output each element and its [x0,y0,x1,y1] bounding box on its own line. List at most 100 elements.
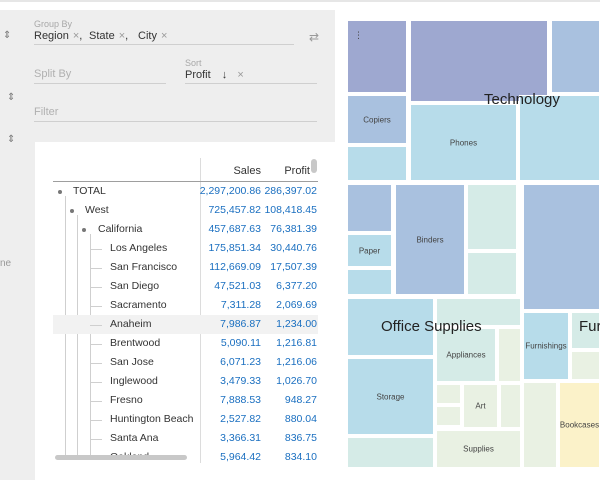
vertical-scrollbar[interactable] [311,159,317,173]
sales-cell: 3,479.33 [220,375,261,387]
treemap-group-label: Technology [484,91,560,108]
profit-cell: 286,397.02 [264,185,317,197]
sales-cell: 7,888.53 [220,394,261,406]
profit-cell: 836.75 [284,432,317,444]
treemap-tile[interactable] [551,20,600,93]
profit-cell: 1,234.00 [276,318,317,330]
chevron-updown-icon[interactable]: ⇕ [7,92,15,103]
group-by-pill-region[interactable]: Region ×, [34,30,82,42]
filter-input[interactable]: Filter [34,106,58,118]
row-label: Inglewood [110,375,158,387]
tree-connector [90,306,102,307]
chevron-updown-icon[interactable]: ⇕ [3,30,11,41]
more-icon[interactable]: ⋮ [354,30,363,41]
treemap-tile[interactable] [436,406,461,426]
treemap-tile[interactable] [523,382,557,468]
treemap-tile[interactable] [467,252,517,295]
row-label: San Diego [110,280,160,292]
group-by-pill-state[interactable]: State ×, [89,30,128,42]
truncated-label: ne [0,258,12,269]
tree-connector [90,287,102,288]
sales-cell: 3,366.31 [220,432,261,444]
profit-cell: 6,377.20 [276,280,317,292]
row-label: San Francisco [110,261,178,273]
profit-cell: 76,381.39 [270,223,317,235]
group-by-label: Group By [34,19,73,29]
split-by-input[interactable]: Split By [34,68,71,80]
tree-connector [90,363,102,364]
sales-cell: 175,851.34 [208,242,261,254]
tile-label: Art [475,401,486,411]
pill-text: State [89,30,115,42]
horizontal-scrollbar[interactable] [55,455,187,460]
treemap-tile[interactable]: Binders [395,184,465,295]
remove-icon[interactable]: × [161,30,167,42]
table-row[interactable]: California 457,687.63 76,381.39 [53,220,318,239]
row-label: TOTAL [73,185,106,197]
tree-connector [90,344,102,345]
row-label: Brentwood [110,337,161,349]
treemap-tile[interactable]: Furnishings [523,312,569,380]
remove-icon[interactable]: × [237,69,243,81]
sort-pill-profit[interactable]: Profit ↓ × [185,69,244,81]
filter-underline [34,121,317,122]
pill-separator: , [79,30,83,42]
tile-label: Storage [376,392,405,401]
collapse-toggle-icon[interactable] [70,209,74,213]
treemap-tile[interactable]: Supplies [436,430,521,468]
sales-cell: 5,090.11 [220,337,261,349]
treemap-tile[interactable] [347,437,434,468]
column-header-profit[interactable]: Profit [270,165,310,177]
sort-direction-icon[interactable]: ↓ [222,69,228,81]
sales-cell: 7,311.28 [220,299,261,311]
tile-label: Copiers [363,115,391,124]
column-header-sales[interactable]: Sales [220,165,261,177]
treemap-tile[interactable] [467,184,517,250]
tile-label: Binders [416,235,444,244]
treemap-tile[interactable]: Phones [410,104,517,181]
sort-underline [185,83,317,84]
treemap-tile[interactable] [498,328,521,382]
treemap-tile[interactable] [347,146,407,181]
group-by-pill-city[interactable]: City × [138,30,167,42]
treemap-tile[interactable] [500,384,521,428]
sales-cell: 6,071.23 [220,356,261,368]
tree-connector [90,268,102,269]
profit-cell: 2,069.69 [276,299,317,311]
top-divider [0,0,600,2]
treemap-tile[interactable]: Bookcases [559,382,600,468]
treemap-group-label: Fur [579,318,600,335]
profit-cell: 1,216.06 [276,356,317,368]
treemap-tile[interactable] [410,20,548,102]
tile-label: Supplies [463,444,494,454]
row-label: Santa Ana [110,432,159,444]
tree-connector [90,249,102,250]
treemap-tile[interactable] [523,184,600,310]
treemap-tile[interactable]: Copiers [347,95,407,144]
collapse-toggle-icon[interactable] [82,228,86,232]
treemap-tile[interactable] [571,351,600,380]
treemap-tile[interactable] [347,184,392,232]
tile-label: Bookcases [559,420,600,430]
group-by-underline [34,44,294,45]
pill-text: Region [34,30,69,42]
treemap-tile[interactable]: Storage [347,358,434,435]
row-label: Los Angeles [110,242,168,254]
table-row[interactable]: West 725,457.82 108,418.45 [53,201,318,220]
treemap-tile[interactable]: Appliances [436,328,496,382]
row-label: California [98,223,143,235]
table-row[interactable]: TOTAL 2,297,200.86 286,397.02 [53,182,318,201]
row-label: Anaheim [110,318,152,330]
swap-icon[interactable]: ⇄ [309,30,319,44]
treemap-tile[interactable] [436,384,461,404]
profit-cell: 948.27 [284,394,317,406]
treemap-tile[interactable]: Art [463,384,498,428]
split-by-underline [34,83,166,84]
collapse-toggle-icon[interactable] [58,190,62,194]
sort-label: Sort [185,58,202,68]
profit-cell: 1,216.81 [276,337,317,349]
treemap-tile[interactable]: Paper [347,234,392,267]
chevron-updown-icon[interactable]: ⇕ [7,134,15,145]
sales-cell: 725,457.82 [208,204,261,216]
treemap-tile[interactable] [347,269,392,295]
